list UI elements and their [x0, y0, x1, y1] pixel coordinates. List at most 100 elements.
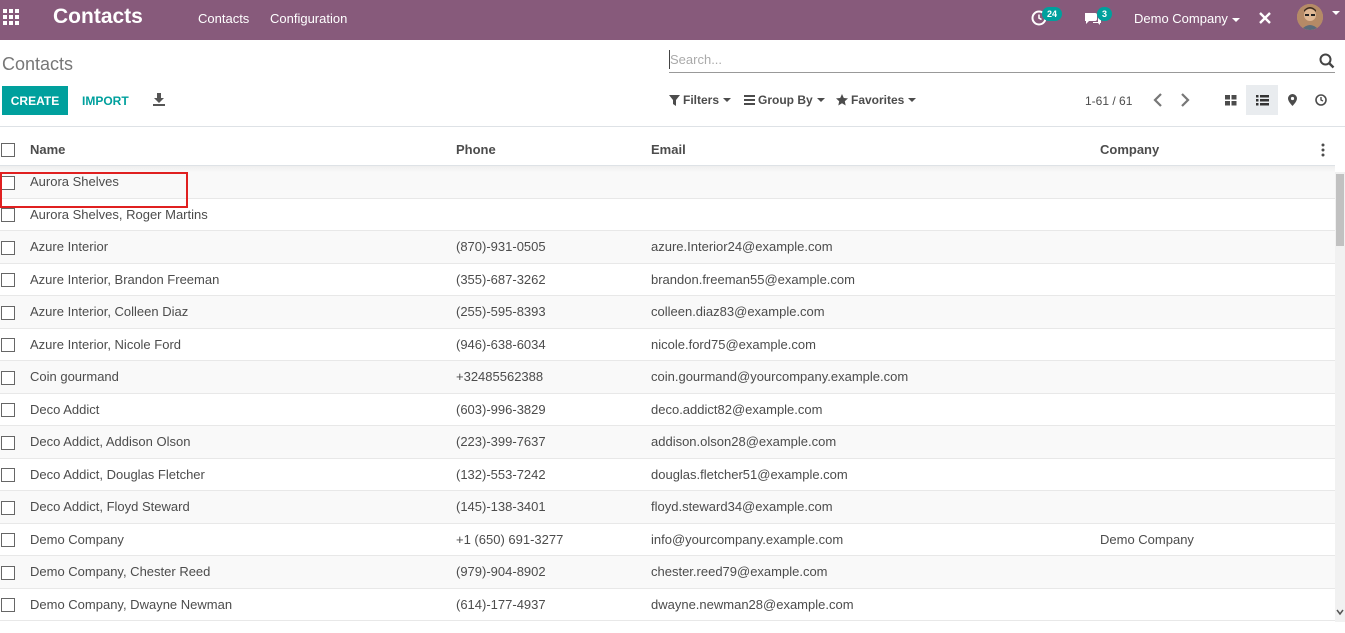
filters-label: Filters	[683, 93, 720, 107]
column-header-name[interactable]: Name	[30, 133, 456, 166]
map-view-button[interactable]	[1276, 85, 1308, 115]
table-row[interactable]: Deco Addict (603)-996-3829 deco.addict82@e…	[0, 393, 1335, 426]
search-icon[interactable]	[1319, 53, 1335, 69]
filter-icon	[669, 94, 680, 106]
messages-button[interactable]: 3	[1084, 7, 1116, 30]
import-button[interactable]: IMPORT	[82, 94, 129, 108]
table-row[interactable]: Azure Interior, Colleen Diaz (255)-595-83…	[0, 295, 1335, 329]
cell-email	[651, 198, 1100, 231]
table-row[interactable]: Azure Interior (870)-931-0505 azure.Interi…	[0, 230, 1335, 264]
cell-company	[1100, 393, 1335, 426]
table-row[interactable]: Deco Addict, Floyd Steward (145)-138-3401…	[0, 490, 1335, 524]
row-checkbox[interactable]	[1, 533, 15, 548]
breadcrumb: Contacts	[2, 54, 74, 74]
cell-phone: +32485562388	[456, 360, 651, 394]
column-header-company[interactable]: Company	[1100, 133, 1335, 166]
cell-email: dwayne.newman28@example.com	[651, 588, 1100, 621]
scroll-down-arrow-icon[interactable]	[1336, 608, 1344, 616]
table-header-row: Name Phone Email Company	[0, 133, 1335, 166]
optional-columns-icon[interactable]	[1320, 143, 1326, 157]
cell-name: Demo Company, Dwayne Newman	[30, 588, 456, 621]
pager-previous-icon[interactable]	[1151, 92, 1165, 108]
row-checkbox[interactable]	[1, 370, 15, 385]
cell-phone: (614)-177-4937	[456, 588, 651, 621]
company-switcher[interactable]: Demo Company	[1134, 11, 1240, 26]
cell-email: chester.reed79@example.com	[651, 555, 1100, 589]
row-checkbox-cell	[0, 263, 30, 296]
activity-badge: 24	[1042, 7, 1063, 21]
row-checkbox[interactable]	[1, 273, 15, 288]
bars-icon	[744, 95, 755, 105]
kanban-view-button[interactable]	[1215, 85, 1247, 115]
cell-email: colleen.diaz83@example.com	[651, 295, 1100, 329]
cell-name: Deco Addict	[30, 393, 456, 426]
table-row[interactable]: Demo Company, Dwayne Newman (614)-177-493…	[0, 588, 1335, 621]
activity-button[interactable]: 24	[1031, 7, 1065, 30]
list-view-button[interactable]	[1246, 85, 1278, 115]
menu-contacts[interactable]: Contacts	[198, 11, 249, 26]
cell-name: Azure Interior, Nicole Ford	[30, 328, 456, 361]
cell-phone: (145)-138-3401	[456, 490, 651, 524]
table-row[interactable]: Demo Company +1 (650) 691-3277 info@yourco…	[0, 523, 1335, 556]
cell-phone: (603)-996-3829	[456, 393, 651, 426]
search-input[interactable]	[669, 50, 1310, 69]
star-icon	[836, 94, 848, 106]
user-menu-caret-icon[interactable]	[1332, 11, 1340, 15]
table-row[interactable]: Coin gourmand +32485562388 coin.gourmand@y…	[0, 360, 1335, 394]
create-button[interactable]: CREATE	[2, 86, 68, 115]
cell-company	[1100, 425, 1335, 459]
scrollbar-thumb[interactable]	[1336, 174, 1344, 246]
row-checkbox-cell	[0, 588, 30, 621]
column-header-phone[interactable]: Phone	[456, 133, 651, 166]
list-icon	[1255, 94, 1269, 105]
cell-email: addison.olson28@example.com	[651, 425, 1100, 459]
apps-grid-icon[interactable]	[3, 9, 21, 27]
cell-phone: (355)-687-3262	[456, 263, 651, 296]
row-checkbox[interactable]	[1, 598, 15, 613]
row-checkbox[interactable]	[1, 338, 15, 353]
column-header-email[interactable]: Email	[651, 133, 1100, 166]
filters-button[interactable]: Filters	[669, 93, 732, 107]
table-row[interactable]: Azure Interior, Nicole Ford (946)-638-603…	[0, 328, 1335, 361]
activity-view-button[interactable]	[1305, 85, 1337, 115]
debug-tools-icon[interactable]	[1258, 11, 1272, 25]
table-row[interactable]: Deco Addict, Douglas Fletcher (132)-553-7…	[0, 458, 1335, 491]
row-checkbox[interactable]	[1, 435, 15, 450]
table-row[interactable]: Azure Interior, Brandon Freeman (355)-687…	[0, 263, 1335, 296]
row-checkbox-cell	[0, 523, 30, 556]
pager-next-icon[interactable]	[1178, 92, 1192, 108]
download-icon[interactable]	[152, 92, 166, 106]
cell-phone: (979)-904-8902	[456, 555, 651, 589]
vertical-scrollbar[interactable]	[1335, 172, 1345, 622]
row-checkbox[interactable]	[1, 240, 15, 255]
cell-name: Coin gourmand	[30, 360, 456, 394]
cell-email: floyd.steward34@example.com	[651, 490, 1100, 524]
row-checkbox[interactable]	[1, 208, 15, 223]
row-checkbox-cell	[0, 393, 30, 426]
cell-phone: (946)-638-6034	[456, 328, 651, 361]
user-avatar[interactable]	[1297, 4, 1323, 30]
row-checkbox[interactable]	[1, 403, 15, 418]
row-checkbox[interactable]	[1, 468, 15, 483]
row-checkbox-cell	[0, 458, 30, 491]
row-checkbox[interactable]	[1, 500, 15, 515]
groupby-button[interactable]: Group By	[744, 93, 825, 107]
row-checkbox-cell	[0, 230, 30, 264]
table-row[interactable]: Deco Addict, Addison Olson (223)-399-7637…	[0, 425, 1335, 459]
cell-name: Azure Interior, Colleen Diaz	[30, 295, 456, 329]
cell-email: info@yourcompany.example.com	[651, 523, 1100, 556]
select-all-checkbox[interactable]	[1, 142, 15, 157]
menu-configuration[interactable]: Configuration	[270, 11, 347, 26]
row-checkbox-cell	[0, 360, 30, 394]
favorites-button[interactable]: Favorites	[836, 93, 917, 107]
cell-phone	[456, 198, 651, 231]
row-checkbox[interactable]	[1, 305, 15, 320]
table-row[interactable]: Aurora Shelves, Roger Martins	[0, 198, 1335, 231]
favorites-label: Favorites	[851, 93, 905, 107]
row-checkbox[interactable]	[1, 175, 15, 190]
cell-name: Aurora Shelves, Roger Martins	[30, 198, 456, 231]
table-row[interactable]: Demo Company, Chester Reed (979)-904-8902…	[0, 555, 1335, 589]
cell-company	[1100, 588, 1335, 621]
row-checkbox[interactable]	[1, 565, 15, 580]
caret-down-icon	[723, 98, 732, 102]
